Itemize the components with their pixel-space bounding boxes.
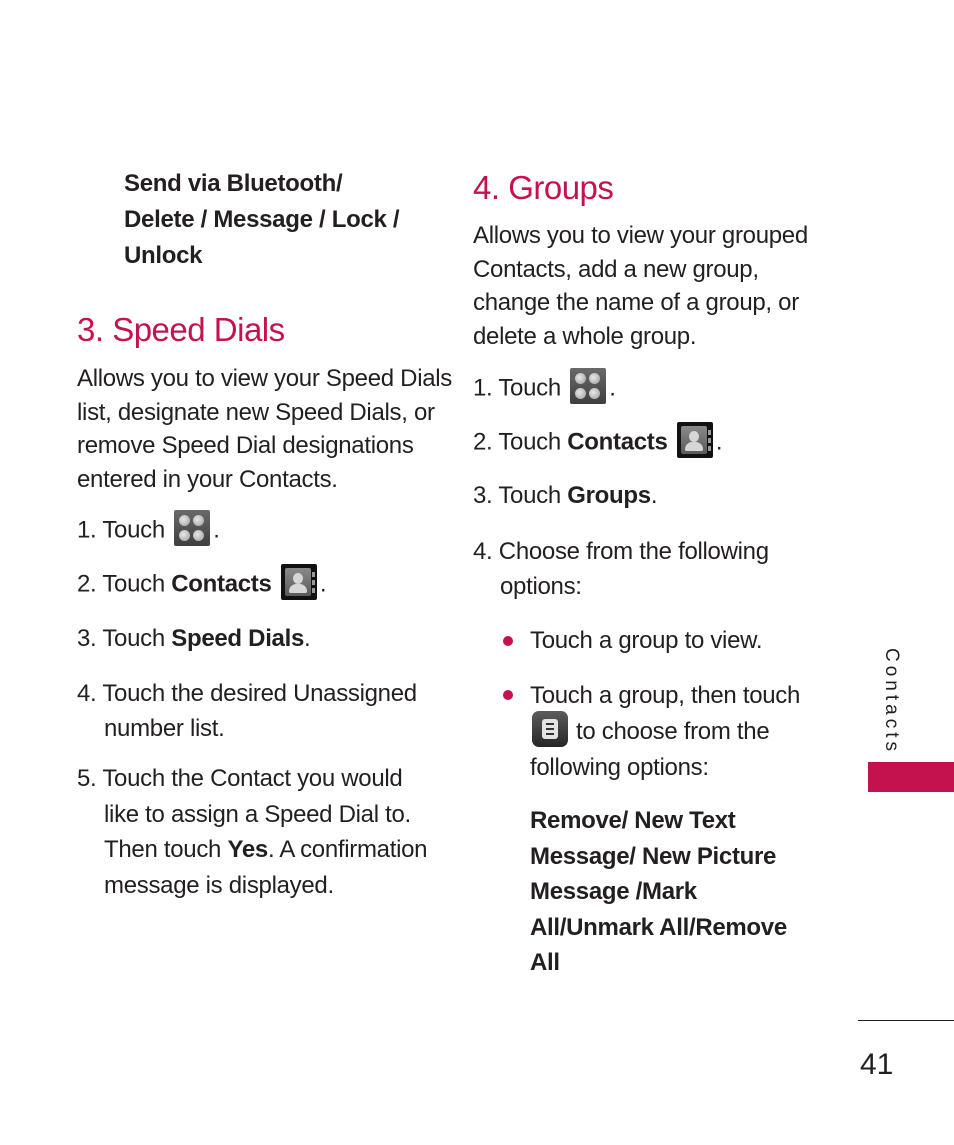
page-number: 41 [860, 1048, 894, 1081]
step-punct: . [304, 625, 311, 652]
contacts-label: Contacts [567, 428, 668, 456]
speed-dials-step-3: 3. Touch Speed Dials. [77, 622, 311, 656]
description-line: Allows you to view your grouped [473, 222, 808, 249]
option-line: All/Unmark All/Remove [530, 913, 787, 941]
speed-dials-step-2: 2. Touch Contacts . [77, 564, 327, 603]
option-line: All [530, 949, 560, 976]
step-line: 5. Touch the Contact you would [77, 765, 403, 792]
apps-grid-icon [570, 368, 607, 404]
option-line: Delete / Message / Lock / [124, 206, 400, 233]
continued-options: Send via Bluetooth/ Delete / Message / L… [124, 166, 400, 274]
step-text: 2. Touch [77, 570, 172, 598]
step-text: 1. Touch [77, 516, 165, 544]
step-line: Then touch Yes. A confirmation [77, 832, 428, 868]
step-punct: . [213, 516, 220, 544]
groups-bullet-1: Touch a group to view. [530, 627, 763, 654]
speed-dials-step-5: 5. Touch the Contact you would like to a… [77, 761, 428, 903]
description-line: remove Speed Dial designations [77, 432, 414, 459]
description-line: Contacts, add a new group, [473, 255, 759, 283]
bullet-text: to choose from the [576, 717, 770, 745]
option-line: Message/ New Picture [530, 842, 777, 870]
bullet-dot [503, 636, 513, 646]
groups-heading: 4. Groups [473, 169, 614, 206]
section-tab-label: Contacts [881, 648, 902, 755]
option-line: Message /Mark [530, 878, 697, 905]
menu-icon [532, 711, 568, 748]
step-line: 4. Choose from the following [473, 538, 769, 565]
step-text: Then touch [104, 836, 228, 863]
groups-step-3: 3. Touch Groups. [473, 479, 658, 513]
step-punct: . [715, 428, 723, 456]
description-line: Allows you to view your Speed Dials [77, 365, 453, 392]
description-line: change the name of a group, or [473, 289, 799, 316]
step-punct: . [609, 374, 616, 402]
step-text: 1. Touch [473, 374, 561, 402]
step-line: options: [500, 573, 582, 600]
section-tab-marker [868, 762, 954, 792]
groups-bullet-2: Touch a group, then touch to choose from… [530, 678, 800, 786]
speed-dials-label: Speed Dials [171, 625, 305, 652]
speed-dials-step-4: 4. Touch the desired Unassigned number l… [77, 676, 417, 746]
apps-grid-icon [174, 510, 211, 546]
step-line: like to assign a Speed Dial to. [104, 800, 411, 828]
step-line: number list. [104, 715, 225, 742]
description-line: delete a whole group. [473, 322, 697, 350]
groups-step-4: 4. Choose from the following options: [473, 534, 769, 604]
contacts-book-icon [280, 564, 317, 600]
contacts-book-icon [676, 422, 713, 458]
option-line: Send via Bluetooth/ [124, 170, 343, 197]
group-options: Remove/ New Text Message/ New Picture Me… [530, 803, 787, 981]
step-line: 4. Touch the desired Unassigned [77, 680, 417, 707]
yes-label: Yes [227, 836, 268, 863]
speed-dials-heading: 3. Speed Dials [77, 311, 285, 348]
speed-dials-step-1: 1. Touch . [77, 510, 220, 549]
step-punct: . [650, 482, 658, 509]
step-text: 2. Touch [473, 428, 568, 456]
option-line: Unlock [124, 242, 203, 269]
footer-rule [858, 1020, 954, 1021]
bullet-line: Touch a group, then touch [530, 682, 801, 709]
description-line: list, designate new Speed Dials, or [77, 398, 435, 426]
description-line: entered in your Contacts. [77, 465, 338, 493]
bullet-dot [503, 690, 513, 700]
step-text: 3. Touch [473, 482, 568, 509]
groups-step-2: 2. Touch Contacts . [473, 422, 723, 461]
step-punct: . [319, 570, 327, 598]
step-text: 3. Touch [77, 625, 172, 652]
groups-label: Groups [567, 482, 651, 509]
groups-description: Allows you to view your grouped Contacts… [473, 219, 808, 353]
bullet-line: following options: [530, 754, 709, 782]
bullet-line: to choose from the [530, 711, 800, 751]
step-line: message is displayed. [104, 871, 334, 899]
contacts-label: Contacts [171, 570, 272, 598]
groups-step-1: 1. Touch . [473, 368, 616, 407]
speed-dials-description: Allows you to view your Speed Dials list… [77, 362, 452, 496]
option-line: Remove/ New Text [530, 807, 736, 834]
step-text: . A confirmation [267, 836, 428, 863]
